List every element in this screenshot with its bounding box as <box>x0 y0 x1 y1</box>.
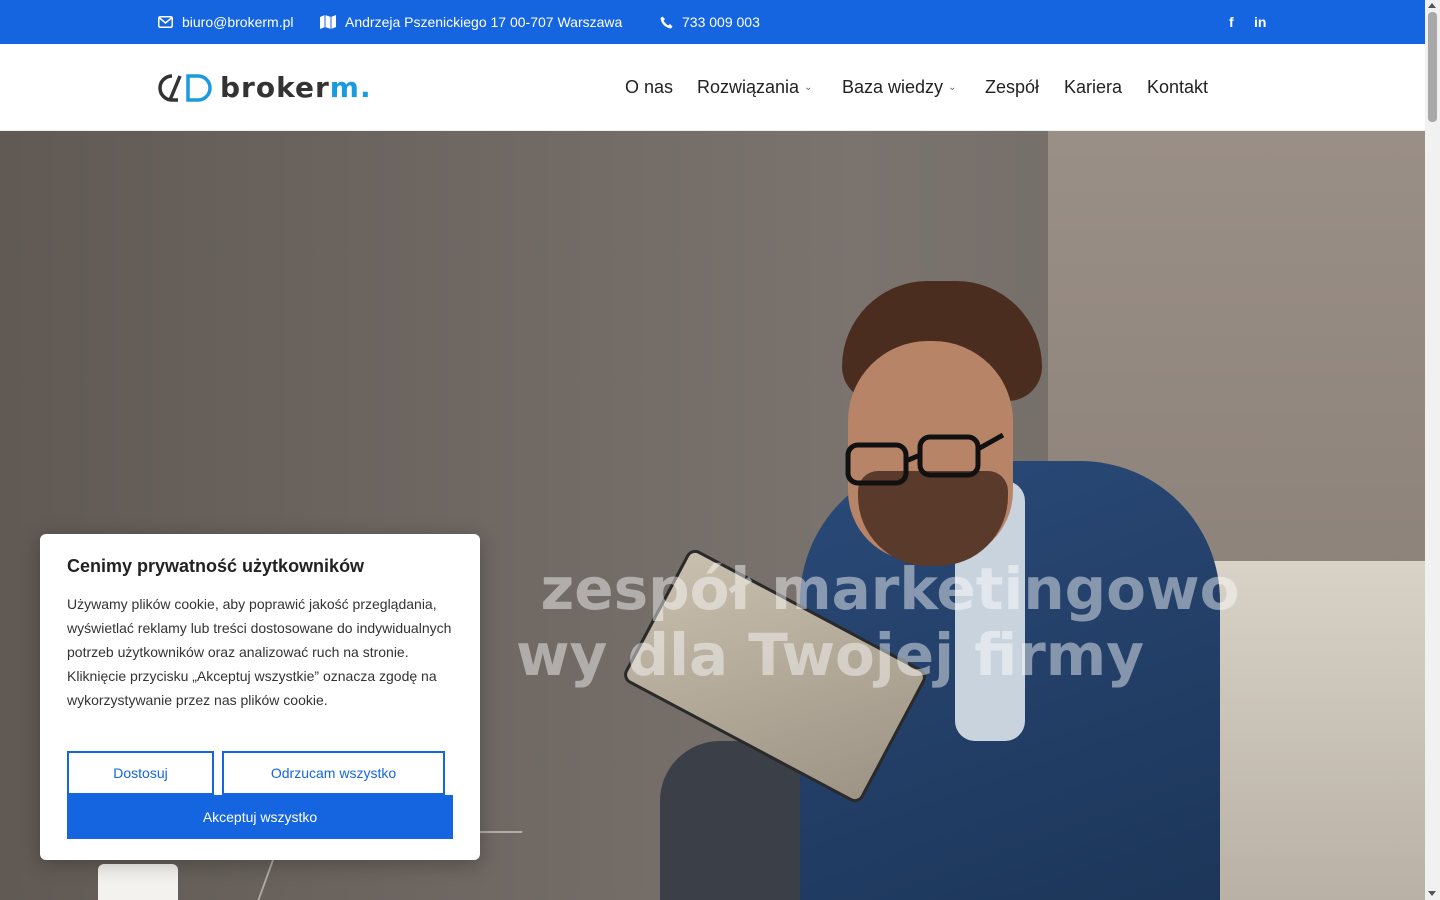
nav-kontakt[interactable]: Kontakt <box>1147 44 1208 131</box>
map-icon <box>320 15 336 29</box>
scroll-thumb[interactable] <box>1428 12 1437 122</box>
envelope-icon <box>158 16 173 28</box>
email-contact[interactable]: biuro@brokerm.pl <box>158 0 293 44</box>
customize-button[interactable]: Dostosuj <box>67 751 214 795</box>
address-text: Andrzeja Pszenickiego 17 00-707 Warszawa <box>345 14 623 30</box>
reject-all-button[interactable]: Odrzucam wszystko <box>222 751 445 795</box>
cookie-consent-dialog: Cenimy prywatność użytkowników Używamy p… <box>40 534 480 860</box>
phone-text[interactable]: 733 009 003 <box>682 14 760 30</box>
email-text[interactable]: biuro@brokerm.pl <box>182 14 293 30</box>
address-contact: Andrzeja Pszenickiego 17 00-707 Warszawa <box>320 0 622 44</box>
top-contact-bar: biuro@brokerm.pl Andrzeja Pszenickiego 1… <box>0 0 1425 44</box>
site-header: brokerm. O nas Rozwiązania ⌄ Baza wiedzy ⌄… <box>0 44 1425 131</box>
logo-mark-icon <box>158 73 212 102</box>
nav-o-nas[interactable]: O nas <box>625 44 673 131</box>
logo-wordmark: brokerm. <box>220 71 372 104</box>
accept-all-button[interactable]: Akceptuj wszystko <box>67 795 453 839</box>
nav-baza-wiedzy[interactable]: Baza wiedzy ⌄ <box>842 44 956 131</box>
cookie-body: Używamy plików cookie, aby poprawić jako… <box>67 596 452 708</box>
nav-kariera[interactable]: Kariera <box>1064 44 1122 131</box>
scroll-down-arrow-icon[interactable] <box>1428 891 1436 896</box>
chevron-down-icon: ⌄ <box>804 82 813 93</box>
page-scrollbar[interactable] <box>1425 0 1440 900</box>
glasses-icon <box>845 432 1005 486</box>
phone-icon <box>660 16 673 29</box>
nav-zespol[interactable]: Zespół <box>985 44 1039 131</box>
hero-mug-image <box>98 864 178 900</box>
facebook-icon[interactable]: f <box>1229 0 1234 44</box>
linkedin-icon[interactable]: in <box>1254 0 1266 44</box>
chevron-down-icon: ⌄ <box>948 82 957 93</box>
nav-rozwiazania[interactable]: Rozwiązania ⌄ <box>697 44 812 131</box>
phone-contact[interactable]: 733 009 003 <box>660 0 760 44</box>
cookie-title: Cenimy prywatność użytkowników <box>67 556 365 576</box>
brokerm-logo[interactable]: brokerm. <box>158 71 372 104</box>
scroll-up-arrow-icon[interactable] <box>1428 3 1436 8</box>
